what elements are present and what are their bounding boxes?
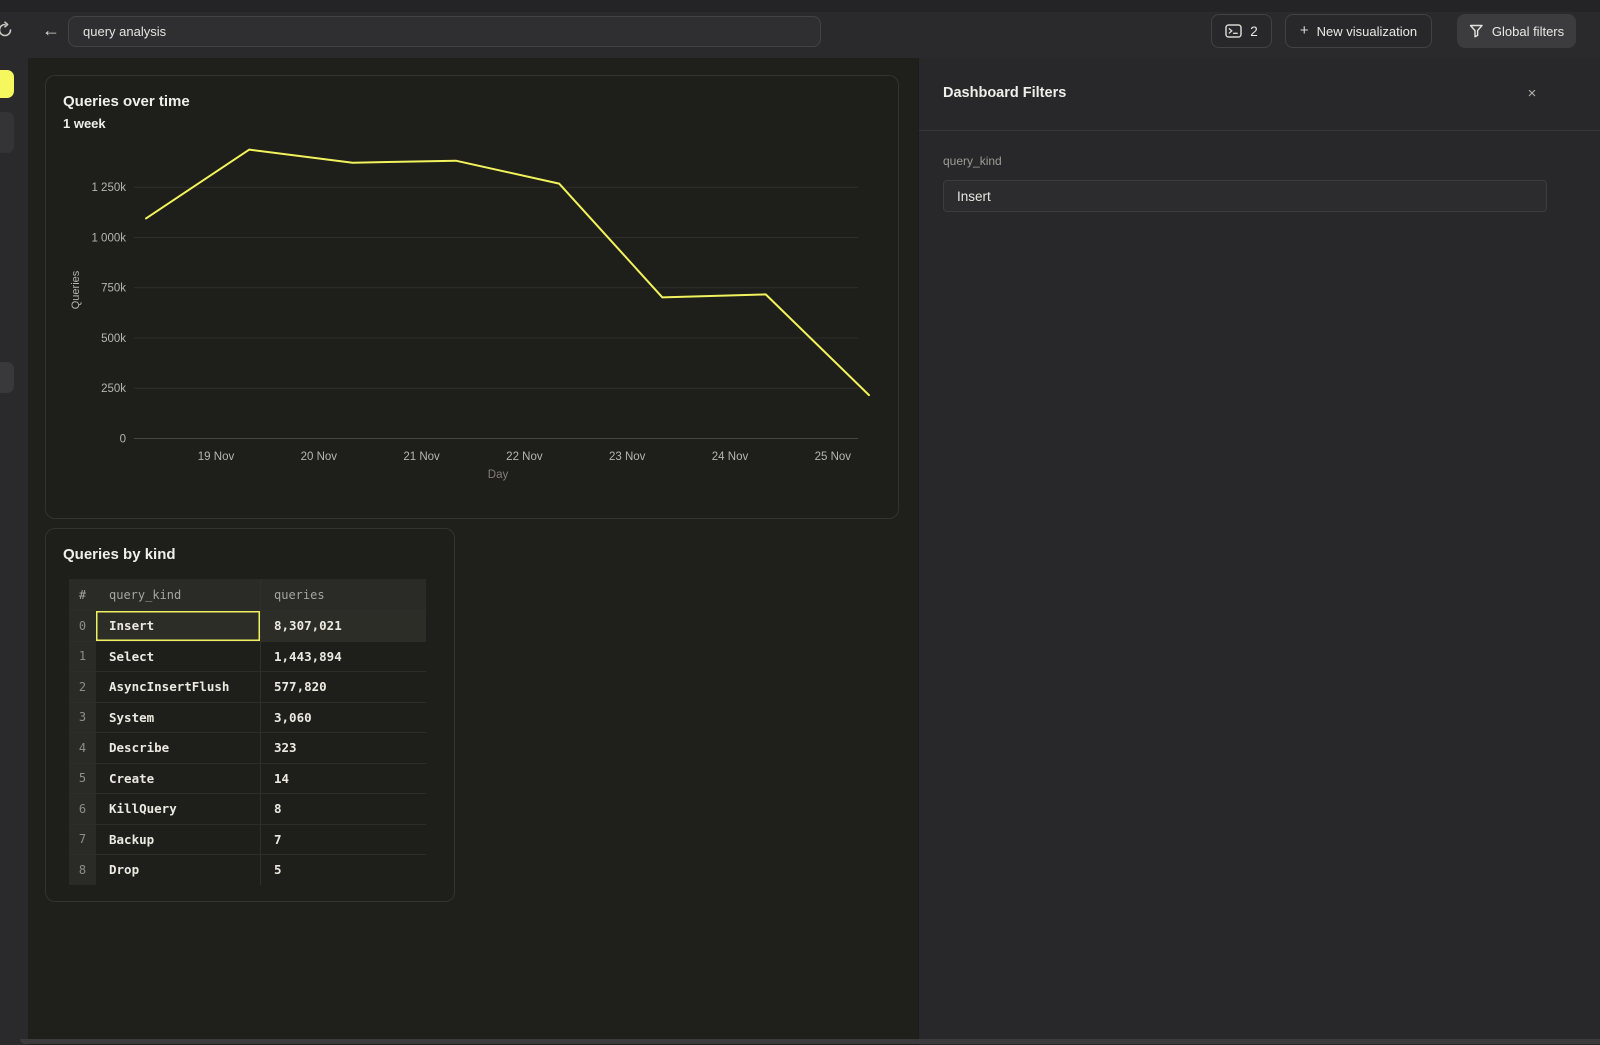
back-button[interactable]: ← <box>38 17 64 43</box>
dashboard-title-input[interactable] <box>68 16 821 47</box>
window-top-edge <box>0 0 1600 12</box>
table-row[interactable]: 7Backup7 <box>69 824 426 855</box>
app-window: ← 2 + New visualization Global filters <box>0 0 1600 1045</box>
query-kind-cell[interactable]: Describe <box>96 733 260 763</box>
query-kind-cell[interactable]: Drop <box>96 855 260 885</box>
new-visualization-label: New visualization <box>1317 24 1417 39</box>
y-tick-label: 500k <box>101 333 126 345</box>
x-axis-title: Day <box>488 469 509 481</box>
query-kind-cell[interactable]: KillQuery <box>96 794 260 824</box>
dashboard-filters-panel: Dashboard Filters × query_kind <box>918 58 1600 1045</box>
y-tick-label: 0 <box>120 434 126 446</box>
table-row[interactable]: 2AsyncInsertFlush577,820 <box>69 671 426 702</box>
y-tick-label: 1 000k <box>91 233 126 245</box>
table-title: Queries by kind <box>63 546 176 563</box>
y-tick-label: 250k <box>101 383 126 395</box>
console-count-button[interactable]: 2 <box>1211 14 1272 48</box>
console-count: 2 <box>1250 24 1258 39</box>
x-tick-label: 23 Nov <box>609 451 646 463</box>
y-tick-label: 750k <box>101 283 126 295</box>
row-index-cell: 1 <box>69 642 96 672</box>
queries-cell[interactable]: 8,307,021 <box>260 611 426 641</box>
table-row[interactable]: 3System3,060 <box>69 702 426 733</box>
query-kind-filter-input[interactable] <box>943 180 1547 212</box>
x-tick-label: 19 Nov <box>198 451 235 463</box>
plus-icon: + <box>1300 22 1309 39</box>
queries-line-series <box>146 150 869 396</box>
column-header-index: # <box>69 579 96 610</box>
queries-cell[interactable]: 323 <box>260 733 426 763</box>
queries-cell[interactable]: 577,820 <box>260 672 426 702</box>
panel-divider <box>919 130 1600 131</box>
y-axis-title: Queries <box>70 270 82 309</box>
top-bar: ← 2 + New visualization Global filters <box>0 0 1600 58</box>
queries-by-kind-table: #query_kindqueries0Insert8,307,0211Selec… <box>69 579 426 885</box>
query-kind-cell[interactable]: Insert <box>96 611 260 641</box>
row-index-cell: 3 <box>69 703 96 733</box>
table-header-row: #query_kindqueries <box>69 579 426 610</box>
table-row[interactable]: 1Select1,443,894 <box>69 641 426 672</box>
table-row[interactable]: 8Drop5 <box>69 854 426 885</box>
dashboard-canvas: Queries over time 1 week 0250k500k750k1 … <box>28 58 918 1045</box>
row-index-cell: 0 <box>69 611 96 641</box>
close-icon: × <box>1528 85 1537 102</box>
queries-cell[interactable]: 8 <box>260 794 426 824</box>
sidebar-item[interactable] <box>0 112 14 153</box>
terminal-icon <box>1225 24 1242 38</box>
left-sidebar-rail <box>0 58 28 1045</box>
x-tick-label: 22 Nov <box>506 451 543 463</box>
query-kind-cell[interactable]: Backup <box>96 825 260 855</box>
filter-field-label: query_kind <box>943 154 1002 168</box>
new-visualization-button[interactable]: + New visualization <box>1285 14 1432 48</box>
table-row[interactable]: 5Create14 <box>69 763 426 794</box>
row-index-cell: 2 <box>69 672 96 702</box>
history-button[interactable] <box>0 20 16 42</box>
queries-cell[interactable]: 14 <box>260 764 426 794</box>
global-filters-button[interactable]: Global filters <box>1457 14 1576 48</box>
close-button[interactable]: × <box>1521 83 1543 105</box>
filter-funnel-icon <box>1469 24 1484 38</box>
table-row[interactable]: 6KillQuery8 <box>69 793 426 824</box>
row-index-cell: 4 <box>69 733 96 763</box>
query-kind-cell[interactable]: Create <box>96 764 260 794</box>
row-index-cell: 5 <box>69 764 96 794</box>
window-bottom-edge <box>20 1039 1600 1044</box>
sidebar-item-active[interactable] <box>0 70 14 98</box>
row-index-cell: 8 <box>69 855 96 885</box>
back-arrow-icon: ← <box>42 20 60 40</box>
query-kind-cell[interactable]: Select <box>96 642 260 672</box>
query-kind-cell[interactable]: System <box>96 703 260 733</box>
y-tick-label: 1 250k <box>91 182 126 194</box>
table-row[interactable]: 4Describe323 <box>69 732 426 763</box>
x-tick-label: 20 Nov <box>301 451 338 463</box>
queries-over-time-plot: 0 250k 500k 750k 1 000k 1 250k 19 Nov 20 Nov 21 … <box>46 76 900 520</box>
x-tick-label: 25 Nov <box>815 451 852 463</box>
panel-title: Dashboard Filters <box>943 85 1066 101</box>
table-row[interactable]: 0Insert8,307,021 <box>69 610 426 641</box>
queries-cell[interactable]: 7 <box>260 825 426 855</box>
x-tick-label: 21 Nov <box>403 451 440 463</box>
queries-cell[interactable]: 1,443,894 <box>260 642 426 672</box>
global-filters-label: Global filters <box>1492 24 1564 39</box>
x-tick-label: 24 Nov <box>712 451 749 463</box>
queries-cell[interactable]: 5 <box>260 855 426 885</box>
row-index-cell: 7 <box>69 825 96 855</box>
query-kind-cell[interactable]: AsyncInsertFlush <box>96 672 260 702</box>
row-index-cell: 6 <box>69 794 96 824</box>
column-header-query-kind: query_kind <box>96 579 260 610</box>
sidebar-item[interactable] <box>0 362 14 393</box>
queries-over-time-card: Queries over time 1 week 0250k500k750k1 … <box>45 75 899 519</box>
history-icon <box>0 21 14 39</box>
column-header-queries: queries <box>260 579 426 610</box>
queries-cell[interactable]: 3,060 <box>260 703 426 733</box>
queries-by-kind-card: Queries by kind #query_kindqueries0Inser… <box>45 528 455 902</box>
